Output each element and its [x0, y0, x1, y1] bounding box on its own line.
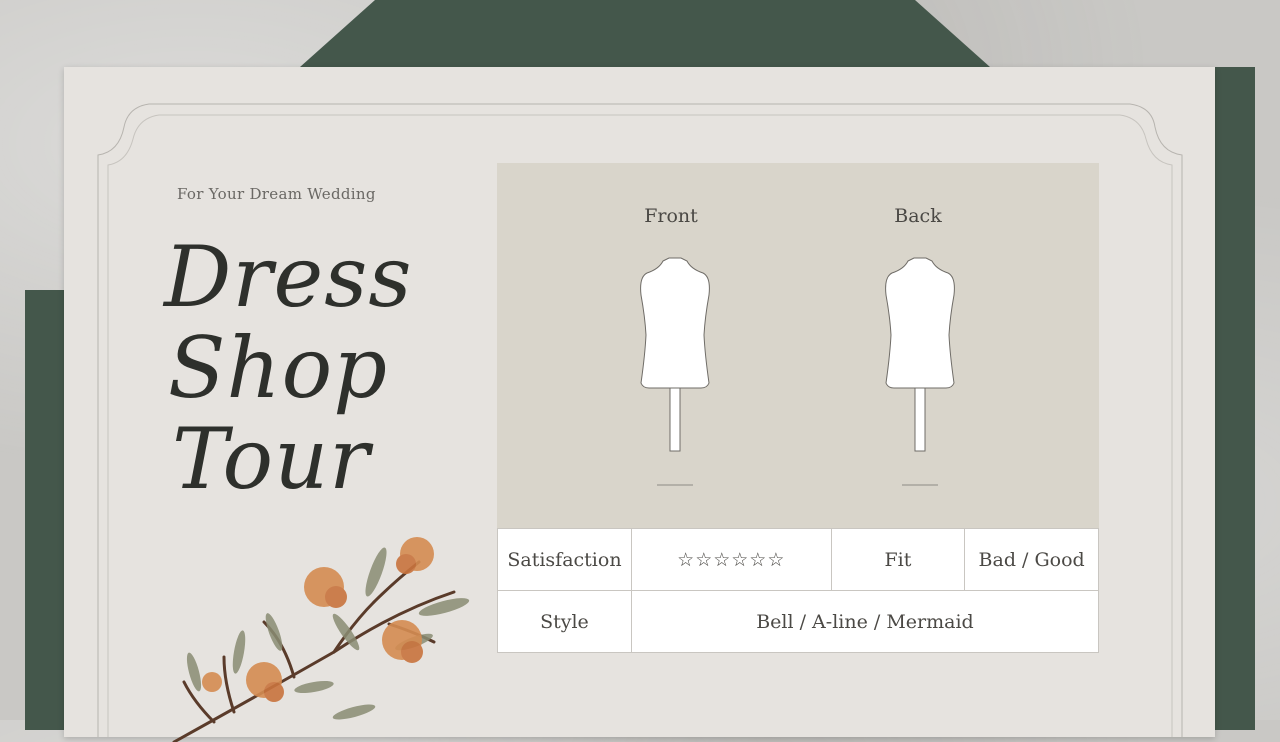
back-mannequin-icon	[885, 257, 955, 486]
title-line: Shop	[168, 319, 388, 417]
fit-label: Fit	[830, 528, 966, 591]
fit-value[interactable]: Bad / Good	[964, 528, 1099, 591]
front-label: Front	[644, 205, 698, 227]
floral-branch-illustration	[172, 537, 470, 742]
satisfaction-rating-stars[interactable]: ☆☆☆☆☆☆	[630, 528, 832, 591]
table-row: Style Bell / A-line / Mermaid	[497, 590, 1100, 653]
style-options[interactable]: Bell / A-line / Mermaid	[630, 590, 1100, 653]
page-title: Dress Shop Tour	[164, 232, 412, 505]
title-line: Dress	[164, 228, 413, 326]
wedding-card: For Your Dream Wedding Dress Shop Tour F…	[64, 67, 1215, 742]
title-line: Tour	[172, 410, 371, 508]
table-row: Satisfaction ☆☆☆☆☆☆ Fit Bad / Good	[497, 528, 1099, 591]
evaluation-table: Satisfaction ☆☆☆☆☆☆ Fit Bad / Good Style…	[497, 528, 1100, 653]
front-mannequin-icon	[640, 257, 710, 486]
style-label: Style	[497, 590, 632, 653]
mannequin-panel: Front Back	[497, 163, 1099, 528]
satisfaction-label: Satisfaction	[497, 528, 632, 591]
back-label: Back	[894, 205, 942, 227]
tagline: For Your Dream Wedding	[177, 185, 376, 203]
